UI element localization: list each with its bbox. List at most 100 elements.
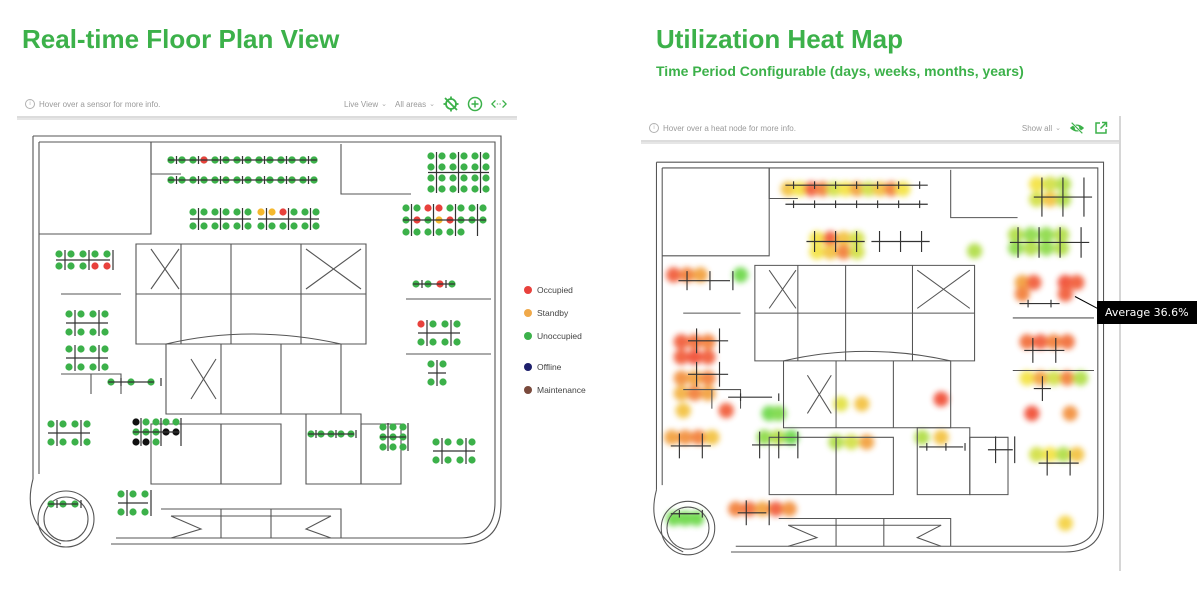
- filter-dropdown[interactable]: Show all ⌄: [1022, 124, 1061, 133]
- sensor-dot-unoccupied[interactable]: [427, 152, 435, 160]
- heat-node[interactable]: [1032, 370, 1049, 386]
- visibility-off-icon[interactable]: [1069, 120, 1085, 136]
- heat-node[interactable]: [1069, 274, 1085, 291]
- sensor-dot-unoccupied[interactable]: [456, 438, 464, 446]
- sensor-dot-unoccupied[interactable]: [482, 163, 490, 171]
- sensor-dot-unoccupied[interactable]: [446, 204, 454, 212]
- sensor-dot-unoccupied[interactable]: [65, 310, 73, 318]
- sensor-dot-unoccupied[interactable]: [449, 163, 457, 171]
- sensor-dot-unoccupied[interactable]: [129, 490, 137, 498]
- sensor-dot-unoccupied[interactable]: [460, 174, 468, 182]
- sensor-dot-occupied[interactable]: [417, 320, 425, 328]
- heat-node[interactable]: [809, 244, 825, 260]
- sensor-dot-unoccupied[interactable]: [479, 204, 487, 212]
- sensor-dot-unoccupied[interactable]: [222, 222, 230, 230]
- sensor-dot-unoccupied[interactable]: [449, 185, 457, 193]
- sensor-dot-unoccupied[interactable]: [402, 204, 410, 212]
- heat-node[interactable]: [704, 429, 720, 445]
- heat-node[interactable]: [1062, 405, 1078, 422]
- sensor-dot-unoccupied[interactable]: [211, 222, 219, 230]
- sensor-dot-unoccupied[interactable]: [59, 420, 67, 428]
- sensor-dot-unoccupied[interactable]: [439, 378, 447, 386]
- sensor-dot-unoccupied[interactable]: [101, 345, 109, 353]
- sensor-dot-unoccupied[interactable]: [211, 208, 219, 216]
- sensor-dot-unoccupied[interactable]: [200, 222, 208, 230]
- sensor-dot-unoccupied[interactable]: [152, 418, 160, 426]
- heat-node[interactable]: [914, 429, 930, 445]
- sensor-dot-unoccupied[interactable]: [47, 420, 55, 428]
- sensor-dot-unoccupied[interactable]: [101, 363, 109, 371]
- sensor-dot-unoccupied[interactable]: [290, 222, 298, 230]
- sensor-dot-unoccupied[interactable]: [453, 338, 461, 346]
- heat-node[interactable]: [700, 349, 716, 365]
- heat-node[interactable]: [687, 334, 703, 350]
- heat-node[interactable]: [1008, 227, 1024, 243]
- sensor-dot-unoccupied[interactable]: [460, 163, 468, 171]
- heat-node[interactable]: [1042, 446, 1058, 463]
- locate-off-icon[interactable]: [443, 96, 459, 112]
- sensor-dot-unoccupied[interactable]: [65, 363, 73, 371]
- floor-plan-map[interactable]: [21, 124, 513, 560]
- zoom-in-icon[interactable]: [467, 96, 483, 112]
- heat-node[interactable]: [673, 334, 689, 350]
- sensor-dot-unoccupied[interactable]: [456, 456, 464, 464]
- sensor-dot-unoccupied[interactable]: [460, 185, 468, 193]
- heat-node[interactable]: [687, 370, 703, 386]
- sensor-dot-unoccupied[interactable]: [441, 320, 449, 328]
- heat-node[interactable]: [700, 334, 716, 350]
- sensor-dot-standby[interactable]: [257, 208, 265, 216]
- sensor-dot-unoccupied[interactable]: [427, 174, 435, 182]
- sensor-dot-unoccupied[interactable]: [471, 163, 479, 171]
- sensor-dot-unoccupied[interactable]: [444, 456, 452, 464]
- sensor-dot-unoccupied[interactable]: [389, 443, 397, 451]
- sensor-dot-unoccupied[interactable]: [233, 208, 241, 216]
- sensor-dot-unoccupied[interactable]: [427, 185, 435, 193]
- sensor-dot-unoccupied[interactable]: [77, 363, 85, 371]
- heat-node[interactable]: [700, 385, 716, 402]
- heat-node[interactable]: [1046, 334, 1062, 350]
- heat-node[interactable]: [833, 396, 849, 412]
- sensor-dot-unoccupied[interactable]: [222, 208, 230, 216]
- sensor-dot-unoccupied[interactable]: [417, 338, 425, 346]
- sensor-dot-unoccupied[interactable]: [67, 262, 75, 270]
- heat-node[interactable]: [858, 434, 875, 450]
- sensor-dot-unoccupied[interactable]: [89, 328, 97, 336]
- heat-node[interactable]: [1029, 446, 1045, 463]
- sensor-dot-unoccupied[interactable]: [55, 250, 63, 258]
- sensor-dot-unoccupied[interactable]: [77, 310, 85, 318]
- sensor-dot-unoccupied[interactable]: [244, 208, 252, 216]
- sensor-dot-unoccupied[interactable]: [89, 363, 97, 371]
- sensor-dot-unoccupied[interactable]: [449, 152, 457, 160]
- heat-node[interactable]: [843, 434, 859, 450]
- sensor-dot-unoccupied[interactable]: [471, 185, 479, 193]
- sensor-dot-unoccupied[interactable]: [71, 438, 79, 446]
- sensor-dot-unoccupied[interactable]: [432, 456, 440, 464]
- sensor-dot-unoccupied[interactable]: [91, 250, 99, 258]
- sensor-dot-unoccupied[interactable]: [413, 228, 421, 236]
- heat-node[interactable]: [673, 385, 689, 402]
- view-dropdown[interactable]: Live View ⌄: [344, 100, 387, 109]
- sensor-dot-unoccupied[interactable]: [189, 208, 197, 216]
- sensor-dot-unoccupied[interactable]: [244, 222, 252, 230]
- sensor-dot-unoccupied[interactable]: [312, 222, 320, 230]
- heat-node[interactable]: [1026, 274, 1042, 291]
- sensor-dot-unoccupied[interactable]: [257, 222, 265, 230]
- sensor-dot-unoccupied[interactable]: [172, 418, 180, 426]
- sensor-dot-unoccupied[interactable]: [432, 438, 440, 446]
- sensor-dot-unoccupied[interactable]: [449, 174, 457, 182]
- open-external-icon[interactable]: [1093, 120, 1109, 136]
- sensor-dot-unoccupied[interactable]: [117, 508, 125, 516]
- sensor-dot-unoccupied[interactable]: [47, 438, 55, 446]
- sensor-dot-unoccupied[interactable]: [438, 174, 446, 182]
- sensor-dot-unoccupied[interactable]: [233, 222, 241, 230]
- sensor-dot-unoccupied[interactable]: [399, 443, 407, 451]
- sensor-dot-unoccupied[interactable]: [79, 262, 87, 270]
- sensor-dot-unoccupied[interactable]: [103, 250, 111, 258]
- heat-node[interactable]: [781, 501, 797, 517]
- heat-node[interactable]: [836, 244, 852, 260]
- sensor-dot-unoccupied[interactable]: [446, 228, 454, 236]
- sensor-dot-occupied[interactable]: [424, 204, 432, 212]
- sensor-dot-unoccupied[interactable]: [482, 152, 490, 160]
- heat-node[interactable]: [675, 402, 691, 419]
- heat-node[interactable]: [732, 267, 749, 283]
